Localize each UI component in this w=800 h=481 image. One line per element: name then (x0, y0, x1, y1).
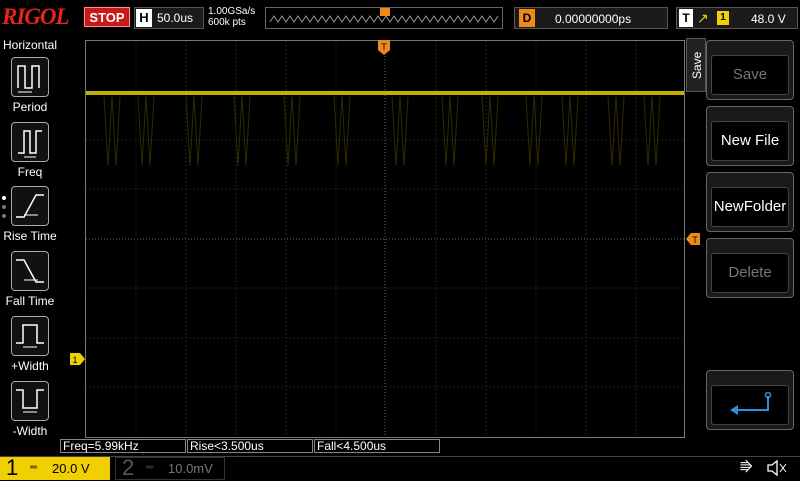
channel2-coupling-icon: ═ (146, 462, 154, 473)
measurement-rise[interactable]: Rise<3.500us (187, 439, 313, 453)
period-icon (11, 57, 49, 97)
delay-label: D (519, 9, 535, 27)
trigger-source: 1 (717, 11, 729, 25)
fall-time-icon (11, 251, 49, 291)
menu-item-rise-time[interactable]: Rise Time (0, 186, 60, 248)
trigger-level-marker[interactable]: T (686, 233, 702, 245)
menu-label-fall-time: Fall Time (5, 294, 55, 308)
trigger-position-marker[interactable]: T (378, 40, 392, 56)
timebase-label: H (136, 9, 152, 27)
rise-time-icon (11, 186, 49, 226)
negative-width-icon (11, 381, 49, 421)
tab-save-label: Save (690, 51, 704, 79)
sound-muted-icon[interactable] (766, 459, 788, 480)
trigger-position-strip (265, 7, 503, 29)
sample-info: 1.00GSa/s 600k pts (208, 6, 255, 28)
tab-save[interactable]: Save (686, 38, 706, 92)
trigger-level: 48.0 V (751, 12, 786, 26)
channel1-coupling-icon: ═ (30, 462, 38, 473)
new-file-button-label: New File (711, 121, 789, 161)
memory-waveform-overview (269, 8, 499, 23)
usb-icon: ⭆ (740, 459, 753, 475)
trigger-box[interactable]: T ↗ 1 48.0 V (676, 7, 798, 29)
channel1-scale: 20.0 V (52, 461, 90, 476)
delete-button-label: Delete (711, 253, 789, 293)
delete-button[interactable]: Delete (706, 238, 794, 298)
new-folder-button-label: NewFolder (711, 187, 789, 227)
sample-rate: 1.00GSa/s (208, 6, 256, 17)
save-button-label: Save (711, 55, 789, 95)
menu-item-fall-time[interactable]: Fall Time (0, 251, 60, 313)
menu-item-negative-width[interactable]: -Width (0, 381, 60, 443)
run-stop-status[interactable]: STOP (84, 7, 130, 27)
memory-depth: 600k pts (208, 17, 246, 28)
positive-width-icon (11, 316, 49, 356)
channel1-offset-marker[interactable]: 1 (70, 353, 86, 365)
channel1-status[interactable]: 1 ═ 20.0 V (0, 455, 110, 480)
ringing-traces (103, 95, 661, 167)
svg-text:T: T (692, 235, 698, 245)
waveform-display[interactable] (85, 40, 685, 438)
delay-value: 0.00000000ps (555, 12, 632, 26)
menu-label-period: Period (12, 100, 48, 114)
graticule (86, 41, 684, 437)
channel2-scale: 10.0mV (168, 461, 213, 476)
measurement-freq[interactable]: Freq=5.99kHz (60, 439, 186, 453)
menu-item-freq[interactable]: Freq (0, 122, 60, 184)
menu-label-rise-time: Rise Time (3, 229, 57, 243)
rising-edge-icon: ↗ (697, 10, 709, 26)
channel2-number: 2 (122, 455, 135, 480)
enter-return-icon (730, 391, 772, 415)
rigol-logo: RIGOL (2, 4, 70, 29)
menu-item-period[interactable]: Period (0, 57, 60, 119)
enter-button-frame (711, 385, 789, 425)
timebase-value: 50.0us (157, 11, 194, 25)
trigger-label: T (679, 9, 693, 27)
freq-icon (11, 122, 49, 162)
new-file-button[interactable]: New File (706, 106, 794, 166)
delay-box[interactable]: D 0.00000000ps (514, 7, 668, 29)
svg-text:T: T (381, 42, 387, 52)
save-button[interactable]: Save (706, 40, 794, 100)
measurement-fall[interactable]: Fall<4.500us (314, 439, 440, 453)
menu-label-freq: Freq (17, 165, 43, 179)
menu-item-positive-width[interactable]: +Width (0, 316, 60, 378)
channel1-number: 1 (6, 455, 19, 480)
channel2-status[interactable]: 2 ═ 10.0mV (115, 455, 225, 480)
timebase-box[interactable]: H 50.0us (134, 7, 204, 29)
svg-text:1: 1 (72, 355, 77, 365)
menu-label-positive-width: +Width (11, 359, 49, 373)
enter-button[interactable] (706, 370, 794, 430)
menu-label-negative-width: -Width (12, 424, 48, 438)
new-folder-button[interactable]: NewFolder (706, 172, 794, 232)
left-menu-title: Horizontal (2, 38, 58, 52)
